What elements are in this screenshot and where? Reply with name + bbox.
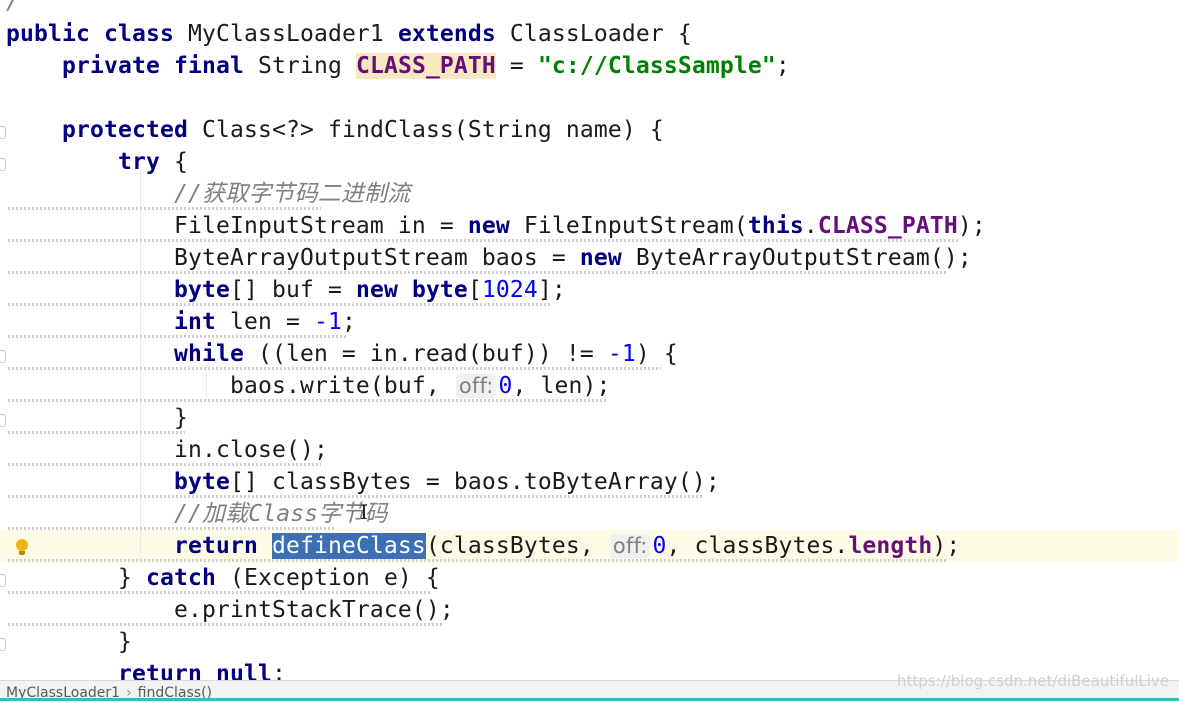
code-token: [] buf = xyxy=(229,277,356,303)
code-token: public class xyxy=(6,21,188,47)
code-token: 0 xyxy=(652,533,667,559)
code-token: (Exception e) { xyxy=(229,565,440,591)
code-line[interactable]: return defineClass(classBytes, off: 0, cl… xyxy=(0,530,1179,562)
code-token: byte xyxy=(173,469,230,495)
code-token: , classBytes. xyxy=(666,533,849,559)
code-token: -1 xyxy=(607,341,636,367)
code-line[interactable]: try { xyxy=(6,146,1179,178)
code-editor[interactable]: / public class MyClassLoader1 extends Cla… xyxy=(0,0,1179,683)
code-token: 0 xyxy=(498,373,513,399)
code-token: -1 xyxy=(313,309,342,335)
code-token: return xyxy=(173,533,272,559)
code-token: ]; xyxy=(537,277,566,303)
code-token: String xyxy=(257,53,356,79)
code-token: e.printStackTrace(); xyxy=(6,597,454,623)
code-line[interactable]: //获取字节码二进制流 xyxy=(6,178,1179,210)
code-line[interactable]: protected Class<?> findClass(String name… xyxy=(6,114,1179,146)
code-token: ); xyxy=(957,213,986,239)
code-token: baos.write(buf, xyxy=(6,373,454,399)
code-token: (classBytes, xyxy=(425,533,608,559)
code-line[interactable]: ByteArrayOutputStream baos = new ByteArr… xyxy=(6,242,1179,274)
code-token: length xyxy=(848,533,933,559)
parameter-hint: off: xyxy=(609,534,651,558)
code-token: //获取字节码二进制流 xyxy=(173,181,411,207)
code-token: = xyxy=(495,53,538,79)
code-token: CLASS_PATH xyxy=(355,53,496,79)
code-token: new byte xyxy=(355,277,468,303)
code-token: "c://ClassSample" xyxy=(537,53,776,79)
code-token: } xyxy=(6,629,132,655)
code-line[interactable]: byte[] buf = new byte[1024]; xyxy=(6,274,1179,306)
code-token: ; xyxy=(775,53,790,79)
code-token: in.close(); xyxy=(6,437,328,463)
code-line[interactable]: //加载Class字节码 xyxy=(6,498,1179,530)
code-token: new xyxy=(467,213,524,239)
code-line[interactable]: while ((len = in.read(buf)) != -1) { xyxy=(6,338,1179,370)
code-token: ((len = in.read(buf)) != xyxy=(257,341,608,367)
code-token: int xyxy=(173,309,230,335)
code-token: ; xyxy=(341,309,356,335)
code-line[interactable]: } xyxy=(6,626,1179,658)
code-token: [] classBytes = baos.toByteArray(); xyxy=(229,469,720,495)
code-token: FileInputStream( xyxy=(523,213,748,239)
code-token: . xyxy=(803,213,818,239)
code-token: ); xyxy=(932,533,961,559)
code-token: ClassLoader { xyxy=(509,21,692,47)
code-token: , len); xyxy=(512,373,611,399)
selected-token: defineClass xyxy=(271,533,426,559)
code-token: len = xyxy=(229,309,314,335)
code-token: while xyxy=(173,341,258,367)
code-line[interactable]: baos.write(buf, off: 0, len); xyxy=(6,370,1179,402)
code-token: try xyxy=(117,149,174,175)
code-line[interactable]: private final String CLASS_PATH = "c://C… xyxy=(6,50,1179,82)
code-line[interactable]: } catch (Exception e) { xyxy=(6,562,1179,594)
code-token: [ xyxy=(467,277,482,303)
code-token: catch xyxy=(145,565,230,591)
code-line[interactable]: FileInputStream in = new FileInputStream… xyxy=(6,210,1179,242)
code-line[interactable]: in.close(); xyxy=(6,434,1179,466)
code-token: ) { xyxy=(635,341,678,367)
parameter-hint: off: xyxy=(455,374,497,398)
code-line[interactable]: e.printStackTrace(); xyxy=(6,594,1179,626)
code-token: ByteArrayOutputStream(); xyxy=(635,245,972,271)
code-token: / xyxy=(6,0,20,15)
code-token: MyClassLoader1 xyxy=(187,21,398,47)
watermark: https://blog.csdn.net/diBeautifulLive xyxy=(897,672,1169,690)
code-token: //加载Class字节码 xyxy=(173,501,388,527)
code-token: FileInputStream in = xyxy=(6,213,468,239)
code-token: } xyxy=(6,565,146,591)
code-token: private final xyxy=(62,53,258,79)
code-token: Class<?> findClass(String name) { xyxy=(201,117,664,143)
code-token: this xyxy=(747,213,804,239)
lightbulb-icon[interactable] xyxy=(16,539,28,555)
code-token: 1024 xyxy=(481,277,538,303)
code-line[interactable]: byte[] classBytes = baos.toByteArray(); xyxy=(6,466,1179,498)
code-line[interactable] xyxy=(6,82,1179,114)
code-token: CLASS_PATH xyxy=(817,213,958,239)
code-line[interactable]: / xyxy=(6,0,1179,18)
text-cursor-icon: I xyxy=(360,500,368,524)
code-token: byte xyxy=(173,277,230,303)
code-line[interactable]: public class MyClassLoader1 extends Clas… xyxy=(6,18,1179,50)
code-token: { xyxy=(173,149,188,175)
indent-guide xyxy=(206,365,207,400)
code-token: } xyxy=(6,405,188,431)
indent-guide xyxy=(140,173,141,553)
code-token: protected xyxy=(62,117,202,143)
code-token: extends xyxy=(397,21,510,47)
code-token: new xyxy=(579,245,636,271)
code-line[interactable]: } xyxy=(6,402,1179,434)
code-line[interactable]: int len = -1; xyxy=(6,306,1179,338)
code-token: ByteArrayOutputStream baos = xyxy=(6,245,580,271)
